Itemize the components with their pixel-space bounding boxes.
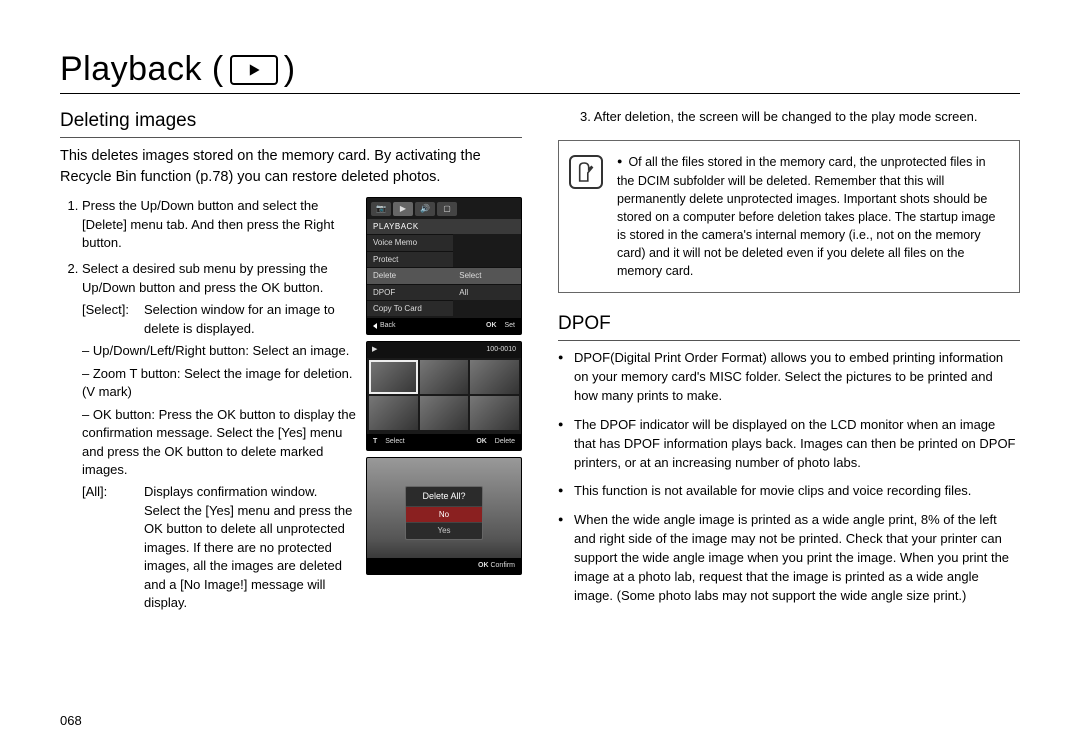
- step-3: 3. After deletion, the screen will be ch…: [580, 108, 1020, 126]
- lcd-foot-set: OK Set: [486, 321, 515, 331]
- lcd-screenshot-stack: 📷 ▶ 🔊 ▢ PLAYBACK Voice Memo Protect Dele…: [366, 197, 522, 621]
- title-prefix: Playback (: [60, 50, 224, 89]
- thumbnail: [470, 396, 519, 430]
- thumbnail: [369, 360, 418, 394]
- step-1: Press the Up/Down button and select the …: [82, 197, 356, 252]
- page-number: 068: [60, 713, 82, 728]
- note-text: Of all the files stored in the memory ca…: [617, 153, 1005, 280]
- lcd-header: PLAYBACK: [367, 219, 521, 234]
- section-heading-deleting: Deleting images: [60, 108, 522, 138]
- thumbnail: [369, 396, 418, 430]
- tab-play-icon: ▶: [393, 202, 413, 216]
- bullet-item: DPOF(Digital Print Order Format) allows …: [558, 349, 1020, 406]
- select-key: [Select]:: [82, 301, 138, 338]
- tab-sound-icon: 🔊: [415, 202, 435, 216]
- lcd-menu-screenshot: 📷 ▶ 🔊 ▢ PLAYBACK Voice Memo Protect Dele…: [366, 197, 522, 335]
- submenu-item: All: [453, 284, 521, 300]
- play-icon: [230, 55, 278, 85]
- thumbnail: [420, 396, 469, 430]
- substep-all: [All]: Displays confirmation window. Sel…: [82, 483, 356, 612]
- bullet-item: This function is not available for movie…: [558, 482, 1020, 501]
- substep-zoom: – Zoom T button: Select the image for de…: [82, 365, 356, 402]
- note-box: Of all the files stored in the memory ca…: [558, 140, 1020, 293]
- counter: 100-0010: [486, 345, 516, 355]
- confirm-yes: Yes: [406, 522, 482, 538]
- dpof-bullets: DPOF(Digital Print Order Format) allows …: [558, 349, 1020, 605]
- title-suffix: ): [284, 50, 296, 89]
- title-divider: [60, 93, 1020, 94]
- steps-list: Press the Up/Down button and select the …: [60, 197, 356, 621]
- note-icon: [569, 155, 603, 189]
- step-2: Select a desired sub menu by pressing th…: [82, 260, 356, 612]
- lcd-confirm-screenshot: Delete All? No Yes OK Confirm: [366, 457, 522, 575]
- lcd-foot-select: T Select: [373, 437, 405, 447]
- step-2-text: Select a desired sub menu by pressing th…: [82, 261, 328, 294]
- menu-item: Protect: [367, 251, 453, 267]
- right-column: 3. After deletion, the screen will be ch…: [558, 108, 1020, 621]
- lcd-foot-confirm: OK Confirm: [367, 558, 521, 574]
- substep-ok: – OK button: Press the OK button to disp…: [82, 406, 356, 480]
- substep-select: [Select]: Selection window for an image …: [82, 301, 356, 338]
- submenu-item-selected: Select: [453, 267, 521, 283]
- confirm-no: No: [406, 506, 482, 522]
- substep-updown: – Up/Down/Left/Right button: Select an i…: [82, 342, 356, 360]
- confirm-question: Delete All?: [406, 487, 482, 506]
- bullet-item: When the wide angle image is printed as …: [558, 511, 1020, 605]
- tab-display-icon: ▢: [437, 202, 457, 216]
- menu-item-selected: Delete: [367, 267, 453, 283]
- menu-item: Copy To Card: [367, 300, 453, 316]
- menu-item: DPOF: [367, 284, 453, 300]
- lcd-foot-back: Back: [373, 321, 396, 331]
- confirm-dialog: Delete All? No Yes: [405, 486, 483, 539]
- bullet-item: The DPOF indicator will be displayed on …: [558, 416, 1020, 473]
- section-heading-dpof: DPOF: [558, 311, 1020, 341]
- thumbnail: [420, 360, 469, 394]
- left-column: Deleting images This deletes images stor…: [60, 108, 522, 621]
- intro-text: This deletes images stored on the memory…: [60, 146, 522, 187]
- all-val: Displays confirmation window. Select the…: [144, 483, 356, 612]
- lcd-grid-screenshot: ▶ 100-0010 T Select: [366, 341, 522, 451]
- tab-camera-icon: 📷: [371, 202, 391, 216]
- play-mode-icon: ▶: [372, 345, 377, 355]
- menu-item: Voice Memo: [367, 234, 453, 250]
- select-val: Selection window for an image to delete …: [144, 301, 356, 338]
- thumbnail: [470, 360, 519, 394]
- lcd-foot-delete: OK Delete: [476, 437, 515, 447]
- all-key: [All]:: [82, 483, 138, 612]
- page-title: Playback ( ): [60, 50, 1020, 89]
